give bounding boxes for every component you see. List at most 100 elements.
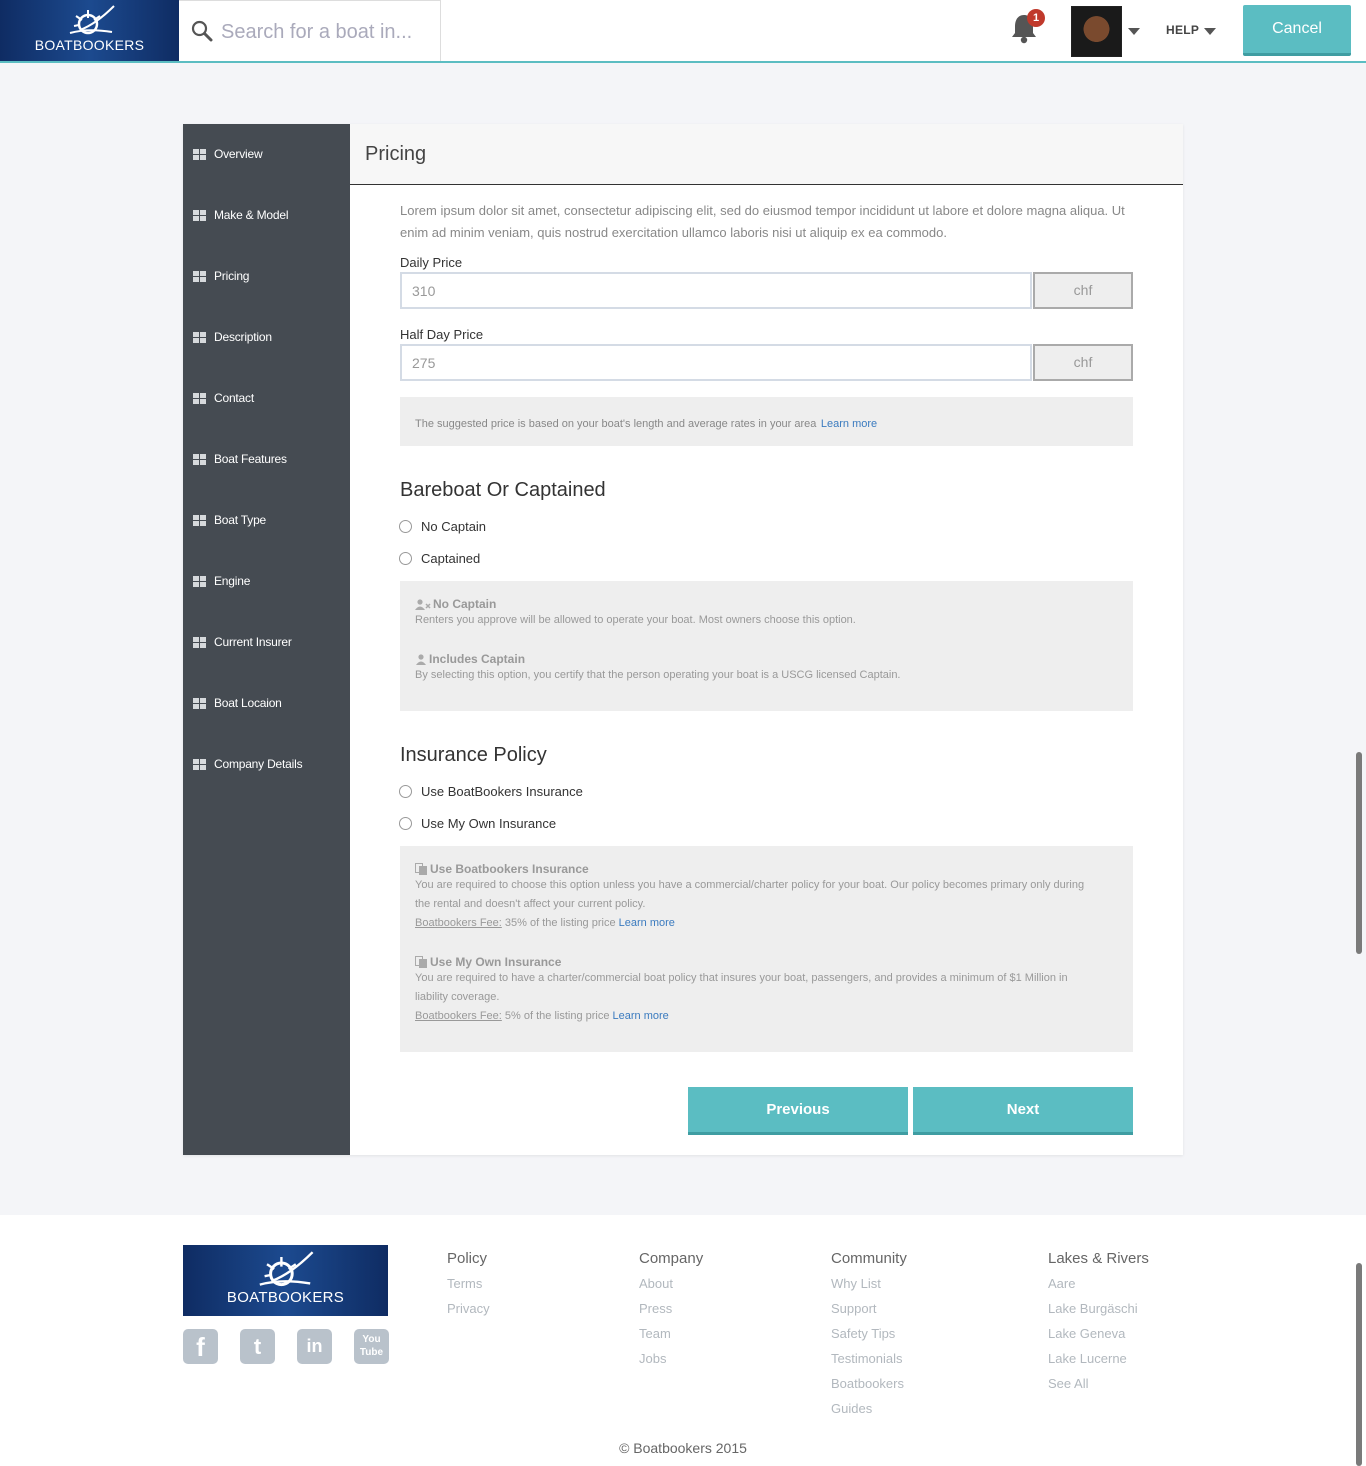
radio-button[interactable]: [399, 785, 412, 798]
sidebar-item-company-details[interactable]: Company Details: [193, 754, 303, 774]
radio-button[interactable]: [399, 520, 412, 533]
search-input[interactable]: [221, 15, 431, 49]
footer-link[interactable]: Lake Burgäschi: [1048, 1301, 1138, 1316]
sidebar-item-description[interactable]: Description: [193, 327, 272, 347]
sidebar-item-overview[interactable]: Overview: [193, 144, 263, 164]
search-box: [179, 0, 441, 61]
radio-label: Captained: [421, 551, 481, 566]
footer-link[interactable]: Boatbookers: [831, 1376, 904, 1391]
listing-form-card: Overview Make & Model Pricing Descriptio…: [183, 124, 1183, 1155]
sidebar-item-label: Overview: [214, 147, 263, 161]
pricing-panel: Pricing Lorem ipsum dolor sit amet, cons…: [350, 124, 1183, 1155]
suggested-price-note: The suggested price is based on your boa…: [400, 397, 1133, 446]
sidebar-item-label: Boat Type: [214, 513, 267, 527]
footer-col-title-lakes-rivers: Lakes & Rivers: [1048, 1250, 1149, 1267]
radio-no-captain[interactable]: No Captain: [399, 519, 486, 534]
search-icon: [191, 20, 213, 42]
footer-link[interactable]: About: [639, 1276, 673, 1291]
sidebar-item-contact[interactable]: Contact: [193, 388, 254, 408]
sidebar-item-boat-location[interactable]: Boat Locaion: [193, 693, 282, 713]
chevron-down-icon[interactable]: [1204, 28, 1216, 35]
sidebar-item-label: Current Insurer: [214, 635, 292, 649]
panel-header: Pricing: [350, 124, 1183, 185]
user-remove-icon: [415, 598, 431, 610]
sidebar-item-label: Company Details: [214, 757, 303, 771]
sidebar-item-label: Contact: [214, 391, 254, 405]
footer-link[interactable]: Privacy: [447, 1301, 490, 1316]
cancel-button[interactable]: Cancel: [1243, 5, 1351, 56]
footer-link[interactable]: Lake Lucerne: [1048, 1351, 1127, 1366]
footer-link[interactable]: Support: [831, 1301, 877, 1316]
footer-link[interactable]: Terms: [447, 1276, 482, 1291]
chevron-down-icon[interactable]: [1128, 28, 1140, 35]
radio-button[interactable]: [399, 552, 412, 565]
sidebar-item-current-insurer[interactable]: Current Insurer: [193, 632, 292, 652]
radio-own-insurance[interactable]: Use My Own Insurance: [399, 816, 556, 831]
boatbookers-logo[interactable]: BOATBOOKERS: [0, 0, 179, 61]
previous-button[interactable]: Previous: [688, 1087, 908, 1135]
footer-col-title-community: Community: [831, 1250, 907, 1267]
twitter-icon[interactable]: t: [240, 1329, 275, 1364]
facebook-icon[interactable]: f: [183, 1329, 218, 1364]
grid-icon: [193, 270, 206, 282]
footer-link[interactable]: See All: [1048, 1376, 1088, 1391]
scrollbar-thumb[interactable]: [1356, 1263, 1362, 1466]
radio-label: Use BoatBookers Insurance: [421, 784, 583, 799]
grid-icon: [193, 697, 206, 709]
sidebar-item-engine[interactable]: Engine: [193, 571, 250, 591]
grid-icon: [193, 514, 206, 526]
top-header: BOATBOOKERS 1 HELP Cancel: [0, 0, 1366, 63]
info-title: Use My Own Insurance: [415, 955, 1118, 969]
sidebar-item-label: Description: [214, 330, 272, 344]
learn-more-link[interactable]: Learn more: [613, 1010, 669, 1022]
footer: BOATBOOKERS f t in You Tube Policy Terms…: [0, 1215, 1366, 1466]
half-day-price-input[interactable]: [400, 344, 1032, 381]
scrollbar-thumb[interactable]: [1356, 752, 1362, 954]
info-body: You are required to have a charter/comme…: [415, 972, 1068, 984]
sidebar-item-pricing[interactable]: Pricing: [193, 266, 249, 286]
page-title: Pricing: [365, 143, 427, 165]
youtube-icon[interactable]: You Tube: [354, 1329, 389, 1364]
learn-more-link[interactable]: Learn more: [821, 418, 877, 430]
sidebar-nav: Overview Make & Model Pricing Descriptio…: [183, 124, 350, 1155]
footer-col-title-policy: Policy: [447, 1250, 488, 1267]
notification-badge: 1: [1027, 9, 1045, 27]
daily-price-input[interactable]: [400, 272, 1032, 309]
user-avatar[interactable]: [1071, 6, 1122, 57]
sidebar-item-label: Boat Locaion: [214, 696, 282, 710]
radio-boatbookers-insurance[interactable]: Use BoatBookers Insurance: [399, 784, 583, 799]
copy-icon: [415, 956, 427, 968]
sidebar-item-label: Pricing: [214, 269, 250, 283]
footer-link[interactable]: Aare: [1048, 1276, 1075, 1291]
ship-wheel-icon: [259, 1251, 314, 1287]
footer-link[interactable]: Jobs: [639, 1351, 666, 1366]
footer-logo[interactable]: BOATBOOKERS: [183, 1245, 388, 1316]
bareboat-title: Bareboat Or Captained: [400, 479, 606, 501]
linkedin-icon[interactable]: in: [297, 1329, 332, 1364]
grid-icon: [193, 148, 206, 160]
radio-button[interactable]: [399, 817, 412, 830]
daily-price-unit: chf: [1033, 272, 1133, 309]
copy-icon: [415, 863, 427, 875]
radio-captained[interactable]: Captained: [399, 551, 480, 566]
footer-link[interactable]: Team: [639, 1326, 671, 1341]
learn-more-link[interactable]: Learn more: [619, 917, 675, 929]
sidebar-item-make-model[interactable]: Make & Model: [193, 205, 289, 225]
footer-link[interactable]: Why List: [831, 1276, 881, 1291]
footer-link[interactable]: Guides: [831, 1401, 872, 1416]
fee-line: Boatbookers Fee: 35% of the listing pric…: [415, 917, 675, 929]
sidebar-item-label: Boat Features: [214, 452, 287, 466]
next-button[interactable]: Next: [913, 1087, 1133, 1135]
help-menu[interactable]: HELP: [1166, 23, 1199, 37]
footer-link[interactable]: Safety Tips: [831, 1326, 895, 1341]
footer-link[interactable]: Testimonials: [831, 1351, 903, 1366]
footer-link[interactable]: Lake Geneva: [1048, 1326, 1125, 1341]
footer-link[interactable]: Press: [639, 1301, 672, 1316]
sidebar-item-boat-features[interactable]: Boat Features: [193, 449, 287, 469]
captain-info-box: No Captain Renters you approve will be a…: [400, 581, 1133, 711]
ship-wheel-icon: [69, 5, 115, 35]
info-body: liability coverage.: [415, 991, 500, 1003]
grid-icon: [193, 453, 206, 465]
sidebar-item-boat-type[interactable]: Boat Type: [193, 510, 266, 530]
info-title: Use Boatbookers Insurance: [415, 862, 1118, 876]
